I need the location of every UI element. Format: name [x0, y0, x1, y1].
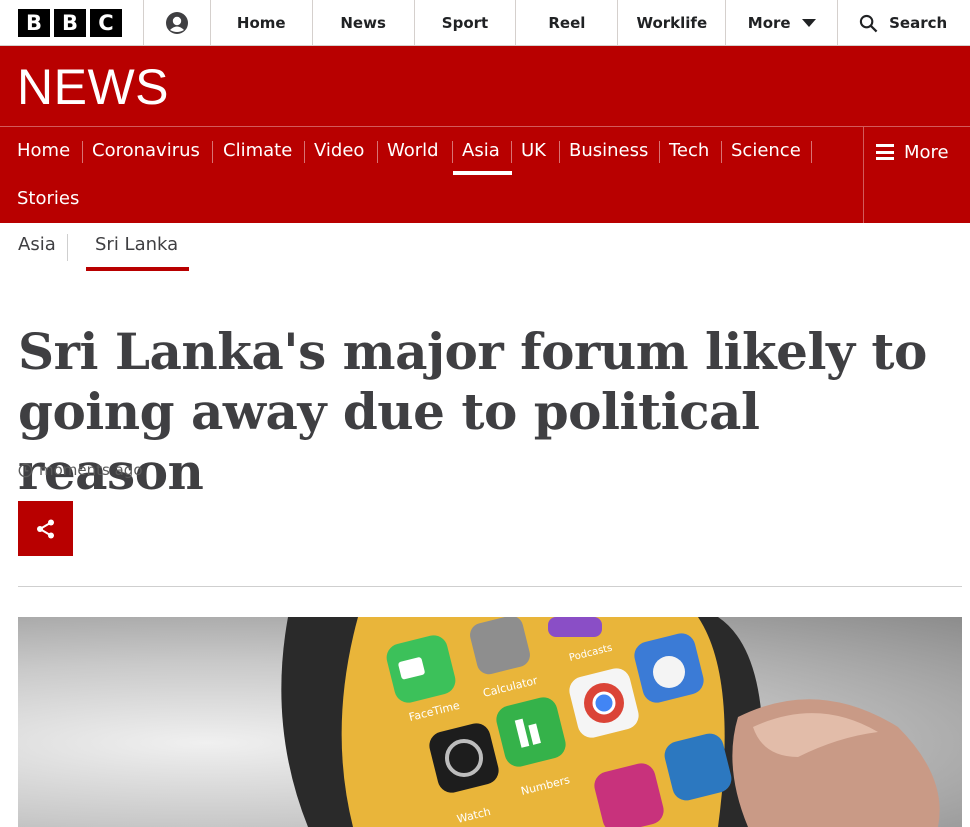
share-icon: [36, 519, 54, 538]
divider: [18, 586, 962, 587]
topnav-more-button[interactable]: More: [726, 0, 839, 46]
nav-divider: [559, 141, 560, 163]
news-masthead: NEWS: [0, 46, 970, 127]
topnav-sport[interactable]: Sport: [415, 0, 517, 46]
section-nav: Home Coronavirus Climate Video World Asi…: [0, 127, 970, 223]
nav-divider: [452, 141, 453, 163]
topnav-worklife[interactable]: Worklife: [618, 0, 727, 46]
section-nav-business[interactable]: Business: [569, 127, 648, 175]
account-button[interactable]: [144, 0, 211, 45]
clock-icon: [18, 463, 33, 477]
section-nav-list: Home Coronavirus Climate Video World Asi…: [0, 127, 863, 223]
news-logo[interactable]: NEWS: [17, 59, 169, 115]
secondary-nav-sri-lanka[interactable]: Sri Lanka: [95, 234, 178, 255]
bbc-global-header: B B C Home News Sport Reel Worklife More…: [0, 0, 970, 46]
topnav-home[interactable]: Home: [211, 0, 313, 46]
search-icon: [859, 14, 878, 32]
article-timestamp: moments ago: [18, 461, 143, 479]
section-more-button[interactable]: More: [863, 127, 970, 223]
section-nav-climate[interactable]: Climate: [223, 127, 292, 175]
account-icon: [165, 11, 188, 34]
nav-divider: [67, 234, 68, 261]
nav-divider: [721, 141, 722, 163]
section-nav-asia[interactable]: Asia: [462, 127, 500, 175]
bbc-logo-letter: C: [90, 9, 122, 37]
hamburger-icon: [876, 144, 894, 160]
topnav-more-label: More: [747, 14, 791, 32]
bbc-logo[interactable]: B B C: [0, 0, 144, 46]
secondary-nav: Asia Sri Lanka: [0, 223, 970, 273]
section-nav-world[interactable]: World: [387, 127, 439, 175]
nav-divider: [304, 141, 305, 163]
search-label: Search: [889, 14, 948, 32]
article-hero-image: FaceTime Calculator Podcasts Numbers Wat…: [18, 617, 962, 827]
active-section-indicator: [453, 171, 512, 175]
topnav-reel[interactable]: Reel: [516, 0, 619, 46]
smartphone-illustration: FaceTime Calculator Podcasts Numbers Wat…: [281, 617, 940, 827]
topnav-news[interactable]: News: [313, 0, 415, 46]
section-nav-tech[interactable]: Tech: [669, 127, 709, 175]
section-nav-video[interactable]: Video: [314, 127, 364, 175]
share-button[interactable]: [18, 501, 73, 556]
chevron-down-icon: [801, 19, 816, 27]
section-nav-uk[interactable]: UK: [521, 127, 546, 175]
nav-divider: [82, 141, 83, 163]
search-button[interactable]: Search: [838, 0, 970, 46]
nav-divider: [659, 141, 660, 163]
nav-divider: [511, 141, 512, 163]
bbc-logo-letter: B: [54, 9, 86, 37]
nav-divider: [377, 141, 378, 163]
section-nav-stories[interactable]: Stories: [17, 175, 79, 223]
active-subsection-indicator: [86, 267, 189, 271]
section-nav-science[interactable]: Science: [731, 127, 801, 175]
nav-divider: [811, 141, 812, 163]
secondary-nav-asia[interactable]: Asia: [18, 234, 56, 255]
timestamp-text: moments ago: [39, 461, 143, 479]
nav-divider: [212, 141, 213, 163]
section-nav-coronavirus[interactable]: Coronavirus: [92, 127, 200, 175]
section-nav-home[interactable]: Home: [17, 127, 70, 175]
article-headline: Sri Lanka's major forum likely to going …: [18, 322, 927, 501]
section-more-label: More: [904, 141, 949, 163]
bbc-logo-letter: B: [18, 9, 50, 37]
